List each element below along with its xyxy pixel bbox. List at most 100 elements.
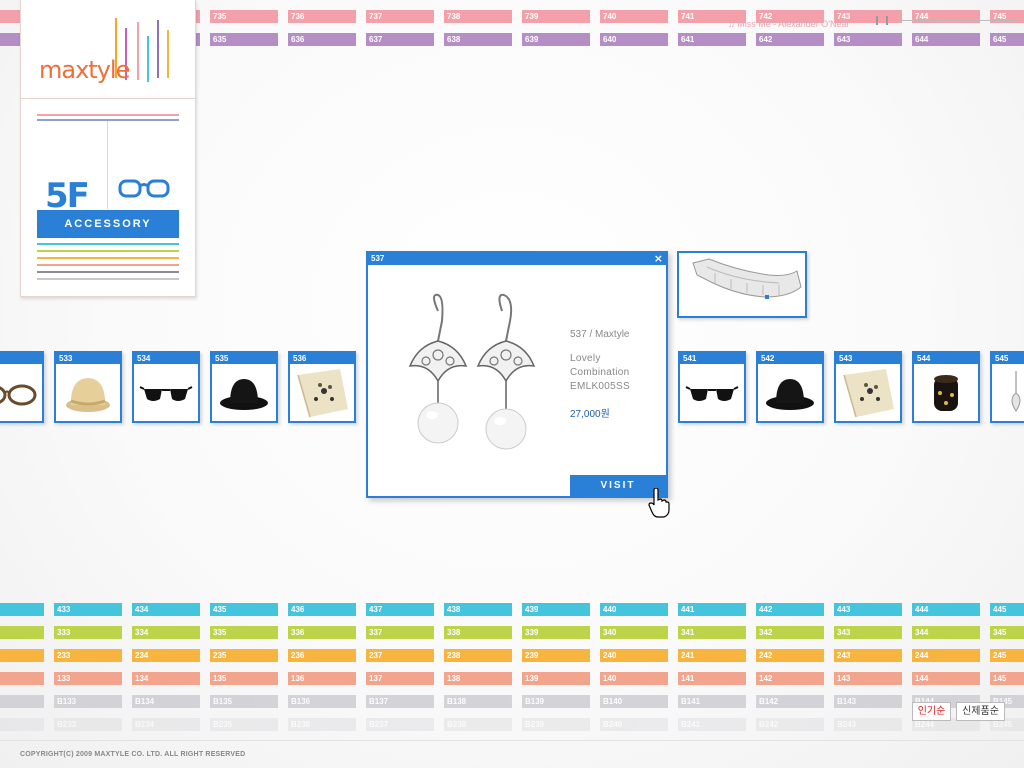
shop-cell[interactable]: B138 [444, 695, 512, 708]
shop-cell[interactable]: 338 [444, 626, 512, 639]
shop-cell[interactable]: 239 [522, 649, 590, 662]
shop-cell[interactable]: 339 [522, 626, 590, 639]
shop-cell[interactable]: B141 [678, 695, 746, 708]
shop-cell[interactable]: B237 [366, 718, 434, 731]
shop-cell[interactable]: B241 [678, 718, 746, 731]
shop-cell[interactable]: 144 [912, 672, 980, 685]
shop-cell[interactable]: 334 [132, 626, 200, 639]
shop-cell[interactable]: 739 [522, 10, 590, 23]
shop-cell[interactable]: 641 [678, 33, 746, 46]
shop-cell[interactable]: 137 [366, 672, 434, 685]
shop-cell[interactable]: B140 [600, 695, 668, 708]
shop-cell[interactable]: 335 [210, 626, 278, 639]
shop-cell[interactable]: 434 [132, 603, 200, 616]
close-icon[interactable]: × [654, 252, 663, 265]
shop-cell[interactable]: 435 [210, 603, 278, 616]
shop-cell[interactable]: 237 [366, 649, 434, 662]
shop-cell[interactable]: 337 [366, 626, 434, 639]
shop-tile[interactable]: 542 [756, 351, 824, 423]
shop-cell[interactable]: B234 [132, 718, 200, 731]
shop-tile[interactable]: 536 [288, 351, 356, 423]
shop-cell[interactable]: B238 [444, 718, 512, 731]
shop-cell[interactable]: B136 [288, 695, 356, 708]
shop-cell[interactable]: 233 [54, 649, 122, 662]
shop-tile[interactable]: 543 [834, 351, 902, 423]
shop-cell[interactable]: 342 [756, 626, 824, 639]
shop-cell[interactable]: 140 [600, 672, 668, 685]
shop-cell[interactable]: 139 [522, 672, 590, 685]
shop-cell[interactable]: 236 [288, 649, 356, 662]
shop-cell[interactable] [0, 649, 44, 662]
shop-cell[interactable]: 243 [834, 649, 902, 662]
pearl-earrings-icon[interactable] [398, 291, 548, 471]
shop-cell[interactable]: 244 [912, 649, 980, 662]
shop-tile[interactable]: 541 [678, 351, 746, 423]
shop-cell[interactable]: B135 [210, 695, 278, 708]
shop-cell[interactable]: 738 [444, 10, 512, 23]
shop-cell[interactable]: 637 [366, 33, 434, 46]
shop-cell[interactable]: 740 [600, 10, 668, 23]
shop-cell[interactable]: 133 [54, 672, 122, 685]
shop-cell[interactable]: 235 [210, 649, 278, 662]
shop-cell[interactable]: 344 [912, 626, 980, 639]
shop-tile[interactable]: 545 [990, 351, 1024, 423]
shop-cell[interactable]: 433 [54, 603, 122, 616]
shop-cell[interactable]: 437 [366, 603, 434, 616]
shop-cell[interactable]: 336 [288, 626, 356, 639]
shop-cell[interactable]: B235 [210, 718, 278, 731]
shop-tile[interactable]: 533 [54, 351, 122, 423]
player-slider-handle-end[interactable] [886, 16, 888, 25]
shop-cell[interactable]: 440 [600, 603, 668, 616]
shop-cell[interactable]: 345 [990, 626, 1024, 639]
shop-cell[interactable] [0, 626, 44, 639]
shop-cell[interactable]: B233 [54, 718, 122, 731]
shop-cell[interactable]: 134 [132, 672, 200, 685]
shop-cell[interactable]: 638 [444, 33, 512, 46]
shop-cell[interactable]: 145 [990, 672, 1024, 685]
mini-floor-map[interactable] [677, 251, 807, 318]
shop-cell[interactable]: B133 [54, 695, 122, 708]
shop-cell[interactable] [0, 672, 44, 685]
shop-cell[interactable]: 444 [912, 603, 980, 616]
shop-cell[interactable]: B137 [366, 695, 434, 708]
shop-cell[interactable]: 238 [444, 649, 512, 662]
shop-cell[interactable]: 138 [444, 672, 512, 685]
sort-popular-button[interactable]: 인기순 [912, 702, 951, 721]
shop-cell[interactable]: 735 [210, 10, 278, 23]
category-label[interactable]: ACCESSORY [37, 210, 179, 238]
shop-cell[interactable]: 234 [132, 649, 200, 662]
shop-cell[interactable]: B143 [834, 695, 902, 708]
player-progress[interactable] [900, 20, 1018, 21]
shop-cell[interactable]: 639 [522, 33, 590, 46]
shop-cell[interactable]: 240 [600, 649, 668, 662]
shop-cell[interactable]: 736 [288, 10, 356, 23]
shop-cell[interactable]: B139 [522, 695, 590, 708]
shop-cell[interactable]: 744 [912, 10, 980, 23]
shop-cell[interactable]: 445 [990, 603, 1024, 616]
shop-cell[interactable]: 439 [522, 603, 590, 616]
shop-cell[interactable]: B142 [756, 695, 824, 708]
sort-newest-button[interactable]: 신제품순 [956, 702, 1005, 721]
shop-cell[interactable]: 340 [600, 626, 668, 639]
shop-cell[interactable]: 645 [990, 33, 1024, 46]
player-slider-handle[interactable] [876, 16, 878, 25]
shop-cell[interactable]: 443 [834, 603, 902, 616]
shop-cell[interactable]: 644 [912, 33, 980, 46]
shop-cell[interactable]: B240 [600, 718, 668, 731]
shop-cell[interactable]: B239 [522, 718, 590, 731]
shop-cell[interactable]: 343 [834, 626, 902, 639]
shop-cell[interactable]: 643 [834, 33, 902, 46]
shop-cell[interactable]: 636 [288, 33, 356, 46]
shop-cell[interactable]: B242 [756, 718, 824, 731]
shop-cell[interactable]: 333 [54, 626, 122, 639]
shop-cell[interactable]: B243 [834, 718, 902, 731]
shop-cell[interactable]: 136 [288, 672, 356, 685]
shop-cell[interactable]: 135 [210, 672, 278, 685]
shop-tile[interactable]: 544 [912, 351, 980, 423]
shop-cell[interactable]: B236 [288, 718, 356, 731]
now-playing[interactable]: ♫ Miss Me - Alexander O'Neal [728, 19, 849, 29]
shop-cell[interactable]: 245 [990, 649, 1024, 662]
shop-cell[interactable]: 745 [990, 10, 1024, 23]
shop-cell[interactable]: 241 [678, 649, 746, 662]
shop-tile[interactable] [0, 351, 44, 423]
